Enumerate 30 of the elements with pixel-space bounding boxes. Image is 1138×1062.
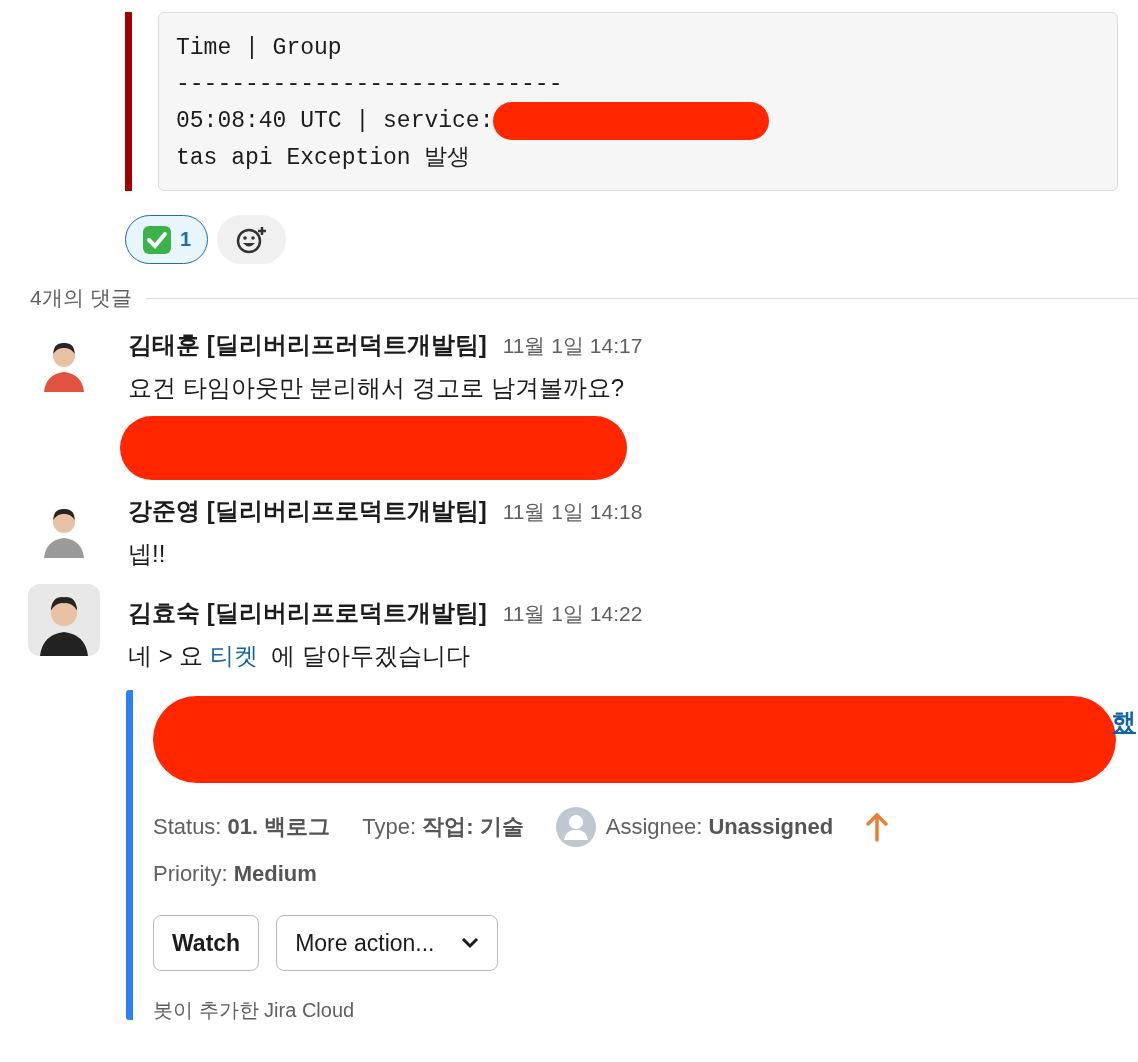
timestamp[interactable]: 11월 1일 14:17 bbox=[502, 332, 643, 360]
message-text: 넵!! bbox=[128, 539, 167, 569]
message-text: 네 > 요 티켓 에 달아두겠습니다 bbox=[128, 641, 472, 671]
author-name[interactable]: 강준영 [딜리버리프로덕트개발팀] bbox=[128, 494, 487, 528]
more-actions-dropdown[interactable]: More action... bbox=[276, 915, 498, 971]
issue-field: Type: 작업: 기술 bbox=[362, 812, 524, 842]
watch-button[interactable]: Watch bbox=[153, 915, 260, 971]
author-name[interactable]: 김효숙 [딜리버리프로덕트개발팀] bbox=[128, 596, 487, 630]
code-line: ---------------------------- bbox=[176, 70, 563, 99]
message-text: 요건 타임아웃만 분리해서 경고로 남겨볼까요? bbox=[128, 373, 626, 403]
reply-count: 4개의 댓글 bbox=[30, 285, 132, 311]
ticket-link[interactable]: 티켓 bbox=[210, 642, 259, 669]
timestamp[interactable]: 11월 1일 14:18 bbox=[502, 498, 643, 526]
user-avatar-icon bbox=[555, 807, 596, 847]
issue-title-link[interactable]: 했 bbox=[1112, 706, 1136, 738]
chevron-down-icon bbox=[460, 937, 479, 949]
arrow-up-icon bbox=[865, 812, 890, 842]
code-line: Time | Group bbox=[176, 34, 342, 63]
issue-field: Status: 01. 백로그 bbox=[153, 812, 331, 842]
check-emoji-icon bbox=[142, 224, 172, 255]
app-attribution: 봇이 추가한 Jira Cloud bbox=[153, 998, 356, 1023]
code-line: tas api Exception 발생 bbox=[176, 144, 471, 173]
timestamp[interactable]: 11월 1일 14:22 bbox=[502, 600, 643, 628]
add-emoji-icon bbox=[234, 224, 269, 255]
author-name[interactable]: 김태훈 [딜리버리프러덕트개발팀] bbox=[128, 328, 487, 362]
issue-field: Priority: Medium bbox=[153, 861, 317, 887]
add-reaction-button[interactable] bbox=[217, 215, 287, 264]
code-line: 05:08:40 UTC | service: bbox=[176, 107, 494, 136]
reaction-pill[interactable]: 1 bbox=[125, 215, 209, 264]
issue-field: Assignee: Unassigned bbox=[605, 814, 834, 840]
